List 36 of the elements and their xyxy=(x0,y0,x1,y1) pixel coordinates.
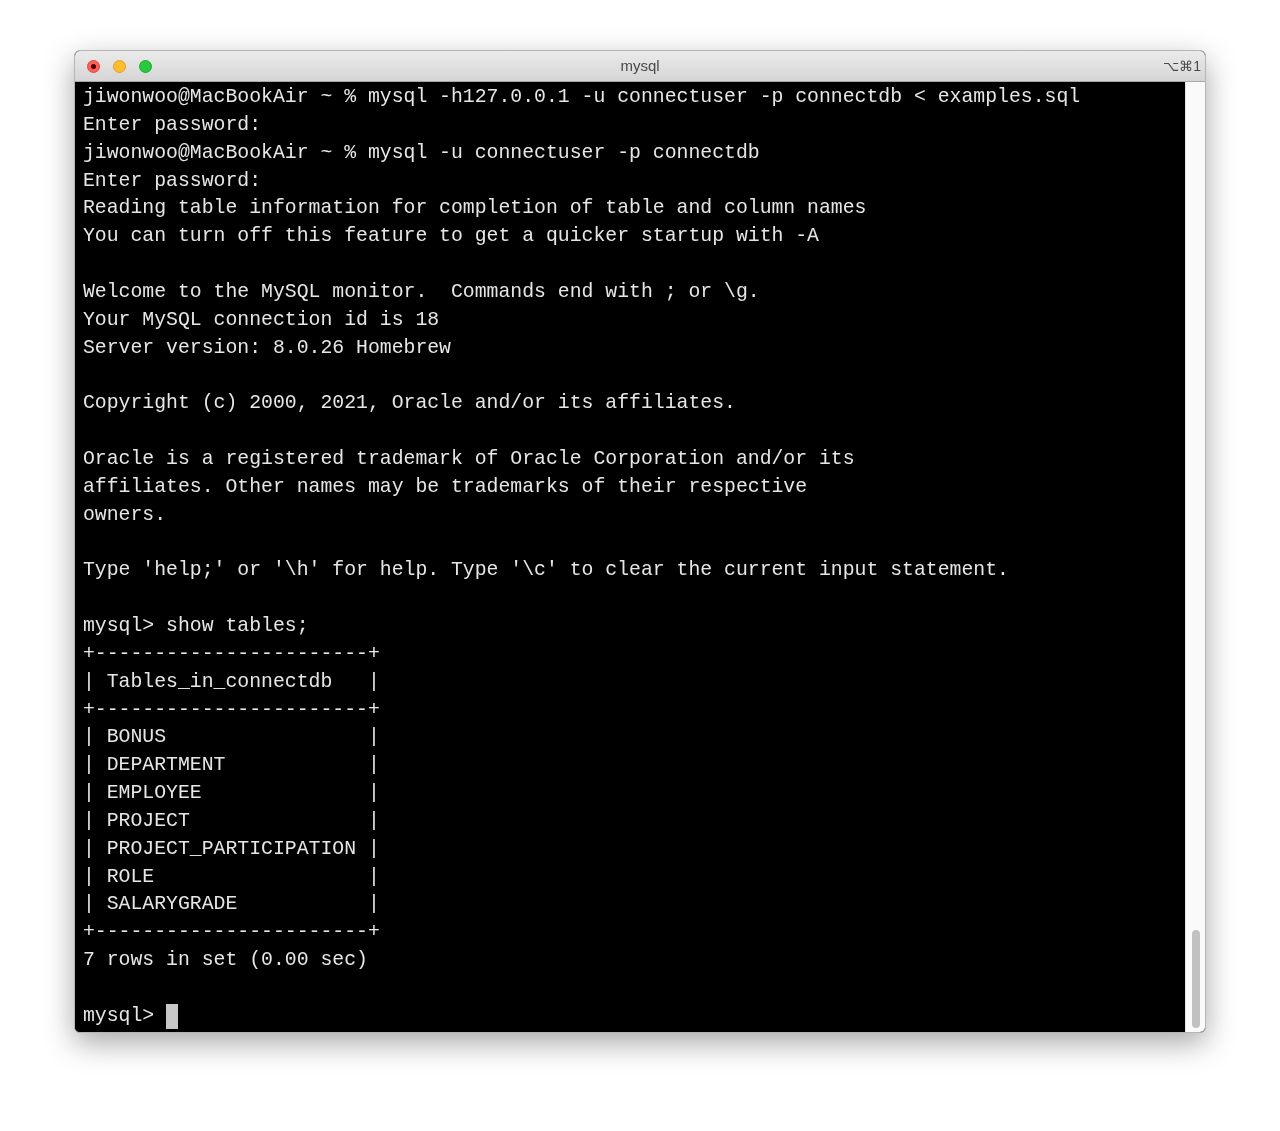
terminal-line: +-----------------------+ xyxy=(83,921,380,944)
terminal-line: | PROJECT | xyxy=(83,809,380,832)
terminal-line: | PROJECT_PARTICIPATION | xyxy=(83,837,380,860)
terminal-line: Your MySQL connection id is 18 xyxy=(83,308,440,331)
scrollbar-thumb[interactable] xyxy=(1191,930,1200,1028)
terminal-line: | ROLE | xyxy=(83,865,380,888)
terminal-line: Copyright (c) 2000, 2021, Oracle and/or its affiliates. xyxy=(83,392,736,415)
terminal-line: Welcome to the MySQL monitor. Commands end with ; or \g. xyxy=(83,280,760,303)
minimize-button[interactable] xyxy=(113,59,126,73)
terminal-line: | DEPARTMENT | xyxy=(83,754,380,777)
terminal-line: jiwonwoo@MacBookAir ~ % mysql -u connectuser -p connectdb xyxy=(83,141,760,164)
terminal-line: owners. xyxy=(83,503,167,526)
terminal-line: +-----------------------+ xyxy=(83,698,380,721)
terminal-line: Reading table information for completion of table and column names xyxy=(83,197,867,220)
window-title: mysql xyxy=(620,55,660,76)
terminal-line: jiwonwoo@MacBookAir ~ % mysql -h127.0.0.1 -u connectuser -p connectdb < examples.sql xyxy=(83,86,1081,108)
terminal-line: | SALARYGRADE | xyxy=(83,893,380,916)
close-button[interactable] xyxy=(87,59,100,73)
terminal-line: Enter password: xyxy=(83,113,262,136)
terminal-line: 7 rows in set (0.00 sec) xyxy=(83,949,368,972)
window-shortcut: ⌥⌘1 xyxy=(1163,56,1201,76)
terminal-line: affiliates. Other names may be trademarks of their respective xyxy=(83,475,808,498)
terminal-line: | EMPLOYEE | xyxy=(83,782,380,805)
terminal-line: Oracle is a registered trademark of Oracle Corporation and/or its xyxy=(83,447,855,470)
text-cursor xyxy=(166,1004,179,1030)
terminal-line: | Tables_in_connectdb | xyxy=(83,670,380,693)
terminal-line: Server version: 8.0.26 Homebrew xyxy=(83,336,451,359)
terminal-line: mysql> show tables; xyxy=(83,615,309,638)
terminal-line: Type 'help;' or '\h' for help. Type '\c' to clear the current input statement. xyxy=(83,559,1009,582)
terminal-prompt: mysql> xyxy=(83,1003,155,1029)
terminal-line: +-----------------------+ xyxy=(83,642,380,665)
zoom-button[interactable] xyxy=(139,59,152,73)
scrollbar[interactable] xyxy=(1185,82,1205,1032)
terminal-line: | BONUS | xyxy=(83,726,380,749)
terminal-line: Enter password: xyxy=(83,169,262,192)
terminal-line: You can turn off this feature to get a quicker startup with -A xyxy=(83,225,819,248)
